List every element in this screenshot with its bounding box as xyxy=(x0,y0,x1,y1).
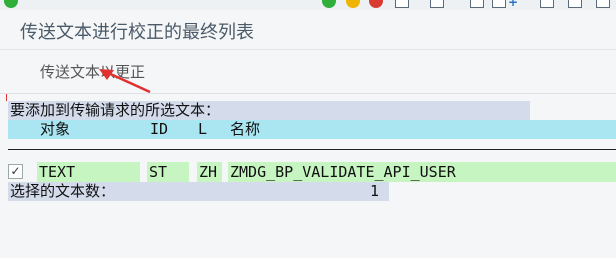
cell-l-text: ZH xyxy=(199,163,218,181)
table-row: ✓ TEXT ST ZH ZMDG_BP_VALIDATE_API_USER xyxy=(0,162,616,182)
page-title: 传送文本进行校正的最终列表 xyxy=(20,22,254,43)
find-icon[interactable] xyxy=(430,0,444,8)
print-icon[interactable] xyxy=(395,0,409,8)
summary-line: 选择的文本数： 1 xyxy=(8,182,389,201)
list-header-text: 要添加到传输请求的所选文本： xyxy=(10,101,221,119)
cell-id-text: ST xyxy=(149,163,168,181)
list-header: 要添加到传输请求的所选文本： xyxy=(8,101,530,120)
list-divider xyxy=(0,93,616,94)
first-page-icon[interactable] xyxy=(470,0,484,8)
column-rule xyxy=(8,149,616,150)
cell-object-text: TEXT xyxy=(39,163,76,181)
column-header-l: L xyxy=(198,120,208,138)
summary-count: 1 xyxy=(370,182,380,200)
toolbar: + xyxy=(0,0,616,10)
cell-name-text: ZMDG_BP_VALIDATE_API_USER xyxy=(230,163,456,181)
annotation-arrow-icon xyxy=(99,69,151,94)
add-icon[interactable]: + xyxy=(508,0,518,8)
confirm-icon[interactable] xyxy=(4,0,18,8)
last-page-icon[interactable] xyxy=(492,0,506,8)
focus-marker xyxy=(6,93,14,101)
column-header-object: 对象 xyxy=(40,120,71,138)
cell-object: TEXT xyxy=(37,162,140,182)
cell-name: ZMDG_BP_VALIDATE_API_USER xyxy=(228,162,616,182)
summary-label: 选择的文本数： xyxy=(10,182,116,200)
cell-id: ST xyxy=(147,162,189,182)
new-session-icon[interactable] xyxy=(540,0,554,8)
exit-icon[interactable] xyxy=(346,0,360,8)
column-header-name: 名称 xyxy=(230,120,261,138)
row-checkbox[interactable]: ✓ xyxy=(8,164,23,179)
cancel-icon[interactable] xyxy=(369,0,383,8)
cell-l: ZH xyxy=(197,162,222,182)
column-header-id: ID xyxy=(150,120,169,138)
shortcut-icon[interactable] xyxy=(568,0,582,8)
back-icon[interactable] xyxy=(322,0,336,8)
column-header-row: 对象 ID L 名称 xyxy=(8,120,616,139)
title-divider xyxy=(0,49,616,50)
layout-icon[interactable] xyxy=(596,0,610,8)
